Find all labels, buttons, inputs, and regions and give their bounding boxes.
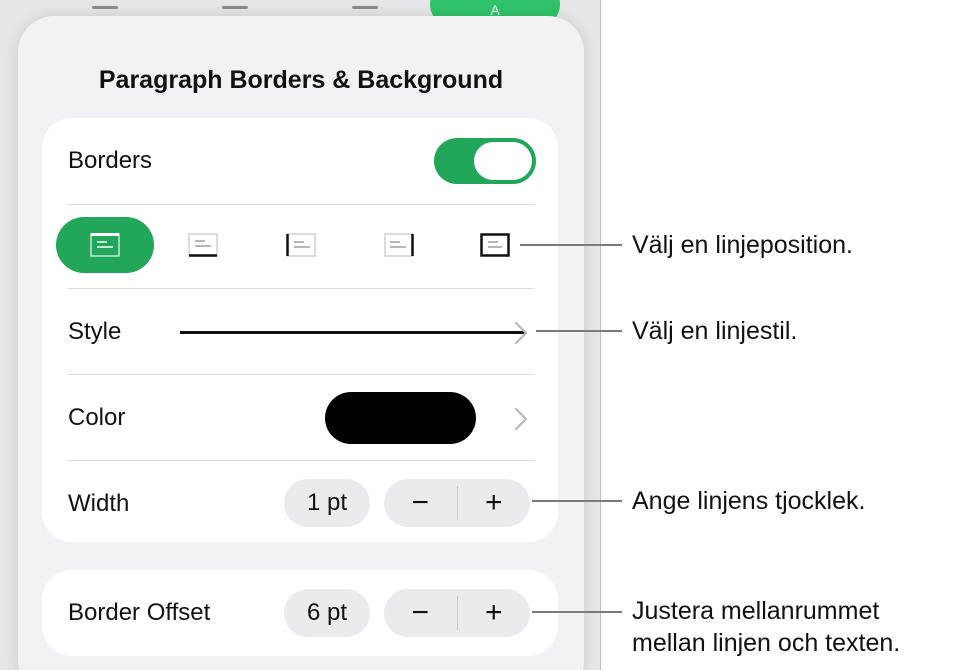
offset-decrement-button[interactable]: − [384, 589, 457, 637]
border-position-left-button[interactable] [252, 217, 350, 273]
callout-line-width [532, 500, 622, 502]
width-increment-button[interactable]: + [458, 479, 531, 527]
border-offset-card: Border Offset 6 pt − + [42, 570, 558, 656]
width-value[interactable]: 1 pt [284, 479, 370, 527]
borders-card: Borders Style Color Width 1 pt − + [42, 118, 558, 542]
borders-toggle[interactable] [434, 138, 536, 184]
chevron-right-icon [514, 407, 528, 431]
chevron-right-icon [514, 321, 528, 345]
line-style-preview [180, 331, 526, 334]
borders-label: Borders [68, 147, 153, 174]
color-label: Color [68, 404, 126, 431]
border-left-icon [286, 233, 316, 257]
paragraph-borders-popover: Paragraph Borders & Background Borders S… [18, 16, 584, 670]
toggle-knob [474, 142, 532, 180]
callout-line-position [520, 244, 622, 246]
device-screen: A Paragraph Borders & Background Borders [0, 0, 601, 670]
width-decrement-button[interactable]: − [384, 479, 457, 527]
callout-line-style [536, 330, 622, 332]
callout-offset-line2: mellan linjen och texten. [632, 629, 901, 657]
callout-offset-line1: Justera mellanrummet [632, 597, 880, 625]
border-right-icon [384, 233, 414, 257]
border-offset-label: Border Offset [68, 599, 211, 626]
align-center-icon [222, 6, 248, 9]
popover-title: Paragraph Borders & Background [98, 66, 504, 94]
border-position-bottom-button[interactable] [154, 217, 252, 273]
callout-style: Välj en linjestil. [632, 317, 798, 345]
border-offset-stepper: − + [384, 589, 530, 637]
align-right-icon [352, 6, 378, 9]
width-label: Width [68, 490, 130, 517]
callout-width: Ange linjens tjocklek. [632, 487, 866, 515]
border-top-icon [90, 233, 120, 257]
divider [68, 204, 534, 205]
color-swatch[interactable] [325, 392, 476, 444]
offset-increment-button[interactable]: + [458, 589, 531, 637]
style-row[interactable]: Style [68, 289, 534, 375]
border-offset-value[interactable]: 6 pt [284, 589, 370, 637]
border-position-top-button[interactable] [56, 217, 154, 273]
color-row[interactable]: Color [68, 375, 534, 461]
border-position-right-button[interactable] [350, 217, 448, 273]
width-stepper: − + [384, 479, 530, 527]
callout-position: Välj en linjeposition. [632, 231, 853, 259]
border-box-icon [480, 233, 510, 257]
style-label: Style [68, 318, 122, 345]
callout-line-offset [532, 611, 622, 613]
border-bottom-icon [188, 233, 218, 257]
align-left-icon [92, 6, 118, 9]
